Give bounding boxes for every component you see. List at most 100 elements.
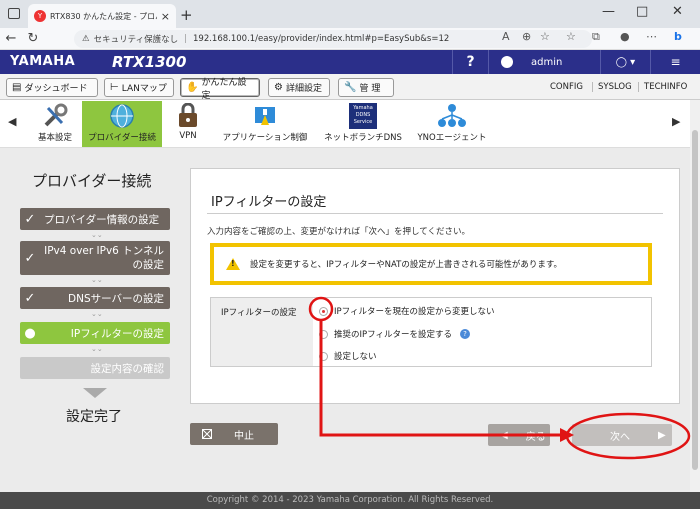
router-header: YAMAHA RTX1300 ? admin ◯ ▾ ≡ — [0, 50, 700, 74]
step-ipv4-over-ipv6: ✓ IPv4 over IPv6 トンネル の設定 — [20, 241, 170, 275]
favorites-icon[interactable]: ☆ — [566, 30, 576, 43]
security-status: セキュリティ保護なし — [93, 35, 179, 45]
yamaha-favicon-icon: Y — [34, 10, 46, 22]
collections-icon[interactable]: ⧉ — [592, 30, 600, 44]
menu-lanmap-label: LANマップ — [121, 84, 167, 94]
user-icon — [501, 56, 513, 68]
category-app-control[interactable]: アプリケーション制御 — [218, 101, 312, 147]
step-label-line1: IPv4 over IPv6 トンネル — [44, 245, 164, 257]
warning-text: 設定を変更すると、IPフィルターやNATの設定が上書きされる可能性があります。 — [250, 260, 562, 270]
network-icon — [412, 101, 492, 131]
model-name: RTX1300 — [112, 53, 187, 71]
config-link[interactable]: CONFIG — [550, 82, 583, 92]
favorite-star-icon[interactable]: ☆ — [540, 30, 550, 43]
user-menu[interactable]: admin — [488, 50, 600, 74]
tab-close-icon[interactable]: × — [161, 10, 170, 23]
help-icon[interactable]: ? — [459, 329, 470, 339]
more-menu-icon[interactable]: ⋯ — [646, 30, 657, 43]
power-icon: ◯ ▾ — [615, 56, 636, 68]
url-input[interactable]: ⚠ セキュリティ保護なし | 192.168.100.1/easy/provid… — [74, 30, 592, 48]
category-prev-icon[interactable]: ◀ — [8, 115, 16, 128]
vpn-icon — [166, 101, 210, 131]
category-yno[interactable]: YNOエージェント — [412, 101, 492, 147]
ddns-icon-line1: Yamaha — [353, 105, 373, 111]
wrench-icon: 🔧 — [344, 82, 357, 93]
settings-card: IPフィルターの設定 入力内容をご確認の上、変更がなければ「次へ」を押してくださ… — [190, 168, 680, 404]
step-label: DNSサーバーの設定 — [68, 292, 164, 305]
step-dns-server: ✓ DNSサーバーの設定 — [20, 287, 170, 309]
chevron-down-icon: ⌄⌄ — [91, 345, 103, 353]
techinfo-link[interactable]: TECHINFO — [638, 82, 687, 92]
app-control-icon — [218, 101, 312, 131]
minimize-button[interactable]: — — [602, 4, 615, 19]
menu-detail-settings[interactable]: ⚙ 詳細設定 — [268, 78, 330, 97]
down-arrow-icon — [83, 388, 107, 398]
maximize-button[interactable]: □ — [636, 4, 648, 19]
new-tab-button[interactable]: + — [180, 6, 193, 24]
category-ddns[interactable]: Yamaha DDNS Service ネットボランチDNS — [320, 101, 406, 147]
category-next-icon[interactable]: ▶ — [672, 115, 680, 128]
menu-detail-label: 詳細設定 — [285, 84, 322, 94]
reload-icon[interactable]: ↻ — [22, 31, 44, 46]
check-icon: ✓ — [24, 250, 36, 266]
cancel-button[interactable]: 中止 — [190, 423, 278, 445]
radio-option-none[interactable]: 設定しない — [319, 350, 377, 362]
step-confirm: 設定内容の確認 — [20, 357, 170, 379]
radio-option-label: 設定しない — [334, 352, 377, 362]
back-button[interactable]: ◀ 戻る — [488, 424, 550, 446]
ddns-icon-line2: DDNS — [355, 112, 371, 118]
help-button[interactable]: ? — [452, 50, 488, 74]
step-label: IPフィルターの設定 — [70, 327, 164, 340]
category-basic[interactable]: 基本設定 — [28, 101, 82, 147]
category-bar: ◀ 基本設定 プロバイダー接続 VPN アプリケーション制御 Yamaha DD… — [0, 101, 700, 148]
tab-title: RTX830 かんたん設定 - プロバイダー接続 — [50, 11, 157, 21]
chevron-down-icon: ⌄⌄ — [91, 276, 103, 284]
zoom-icon[interactable]: ⊕ — [522, 30, 531, 43]
profile-avatar-icon[interactable]: ● — [620, 30, 630, 43]
window-menu-icon[interactable] — [8, 8, 20, 19]
chevron-down-icon: ⌄⌄ — [91, 231, 103, 239]
step-provider-info: ✓ プロバイダー情報の設定 — [20, 208, 170, 230]
hamburger-menu-button[interactable]: ≡ — [650, 50, 700, 74]
radio-option-keep[interactable]: IPフィルターを現在の設定から変更しない — [319, 305, 494, 317]
step-label-line2: の設定 — [132, 259, 165, 271]
category-basic-label: 基本設定 — [37, 133, 72, 143]
category-provider[interactable]: プロバイダー接続 — [82, 101, 162, 147]
read-aloud-icon[interactable]: A — [502, 30, 510, 43]
category-vpn-label: VPN — [179, 131, 197, 141]
next-button[interactable]: 次へ ▶ — [572, 424, 672, 446]
radio-option-label: IPフィルターを現在の設定から変更しない — [334, 307, 495, 317]
menu-lanmap[interactable]: ⊢ LANマップ — [104, 78, 174, 97]
url-divider: | — [184, 34, 187, 44]
back-triangle-icon: ◀ — [500, 429, 508, 441]
radio-button[interactable] — [319, 351, 328, 361]
tools-icon — [28, 101, 82, 131]
page-scrollbar[interactable] — [690, 100, 700, 492]
menu-management[interactable]: 🔧 管 理 — [338, 78, 394, 97]
radio-button[interactable] — [319, 329, 328, 339]
menu-easy-setup[interactable]: ✋ かんたん設定 — [180, 78, 260, 101]
syslog-link[interactable]: SYSLOG — [592, 82, 632, 92]
browser-titlebar: Y RTX830 かんたん設定 - プロバイダー接続 × + — □ ✕ — [0, 0, 700, 28]
filter-setting-table: IPフィルターの設定 IPフィルターを現在の設定から変更しない 推奨のIPフィル… — [210, 297, 652, 367]
done-label: 設定完了 — [66, 409, 122, 425]
card-divider — [207, 213, 663, 214]
check-icon: ✓ — [24, 211, 36, 227]
bing-icon[interactable]: b — [674, 30, 682, 43]
current-step-dot-icon: ● — [24, 325, 36, 341]
back-nav-icon[interactable]: ← — [0, 31, 22, 46]
scrollbar-thumb[interactable] — [692, 130, 698, 470]
menu-dashboard-label: ダッシュボード — [24, 84, 88, 94]
category-vpn[interactable]: VPN — [166, 101, 210, 147]
menu-dashboard[interactable]: ▤ ダッシュボード — [6, 78, 98, 97]
close-window-button[interactable]: ✕ — [672, 4, 683, 19]
footer-copyright: Copyright © 2014 - 2023 Yamaha Corporati… — [0, 492, 700, 509]
ddns-icon: Yamaha DDNS Service — [320, 101, 406, 131]
radio-option-recommended[interactable]: 推奨のIPフィルターを設定する ? — [319, 328, 470, 340]
yamaha-logo: YAMAHA — [10, 54, 76, 69]
step-label: プロバイダー情報の設定 — [44, 213, 160, 226]
power-menu-button[interactable]: ◯ ▾ — [600, 50, 650, 74]
category-ddns-label: ネットボランチDNS — [324, 133, 402, 143]
browser-tab[interactable]: Y RTX830 かんたん設定 - プロバイダー接続 × — [28, 4, 176, 28]
radio-button-selected[interactable] — [319, 306, 328, 316]
